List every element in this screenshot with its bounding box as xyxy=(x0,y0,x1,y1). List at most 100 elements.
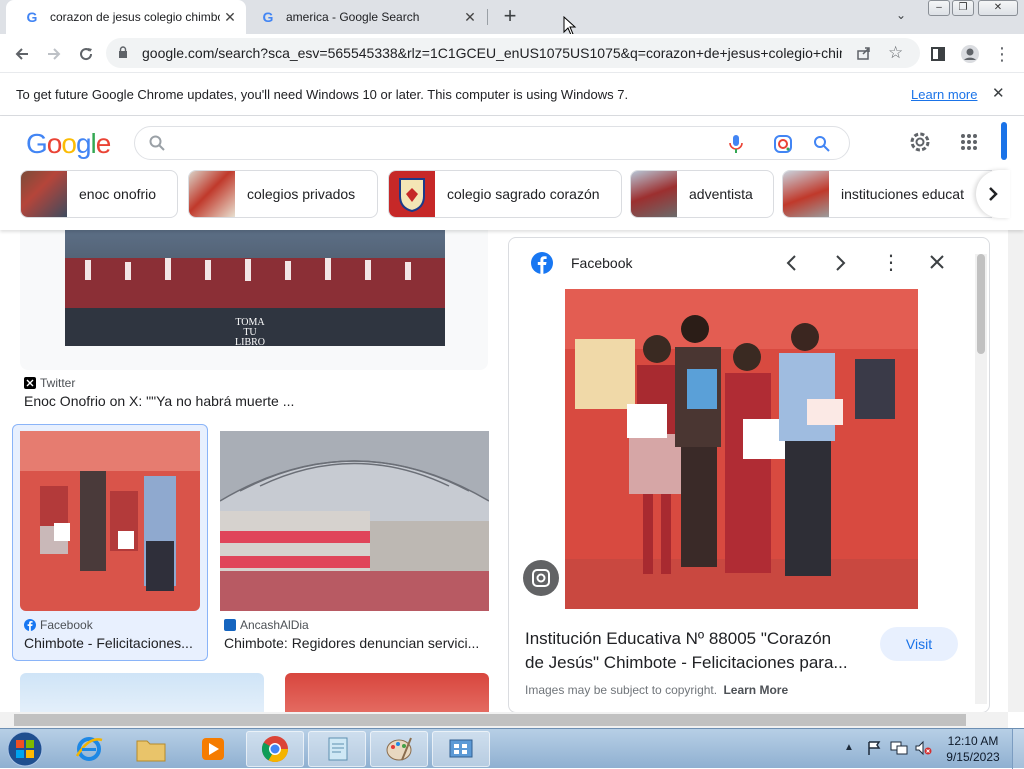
new-tab-icon[interactable]: + xyxy=(498,4,522,28)
account-edge[interactable] xyxy=(1001,122,1007,160)
close-tab-icon[interactable]: ✕ xyxy=(220,9,240,26)
settings-gear-icon[interactable] xyxy=(908,130,932,159)
horizontal-scrollbar-thumb[interactable] xyxy=(14,714,966,726)
browser-toolbar: google.com/search?sca_esv=565545338&rlz=… xyxy=(0,34,1024,72)
tab-strip: G corazon de jesus colegio chimbo ✕ G am… xyxy=(0,0,1024,36)
search-icon xyxy=(149,135,165,156)
google-g-icon: G xyxy=(262,9,274,25)
result-image-students[interactable] xyxy=(20,431,200,611)
panel-title-line-1: Institución Educativa Nº 88005 "Corazón xyxy=(525,629,832,648)
ancash-source[interactable]: AncashAlDia xyxy=(224,618,309,632)
preview-image-students[interactable] xyxy=(565,289,918,609)
infobar-message: To get future Google Chrome updates, you… xyxy=(16,87,629,102)
taskbar-file-explorer[interactable] xyxy=(122,731,180,767)
taskbar-notepad[interactable] xyxy=(308,731,366,767)
ancash-caption[interactable]: Chimbote: Regidores denuncian servici... xyxy=(224,635,488,651)
google-g-icon: G xyxy=(26,9,38,25)
taskbar-chrome[interactable] xyxy=(246,731,304,767)
image-results: TOMA TU LIBRO Twitter Enoc Onofrio on X:… xyxy=(0,230,1008,712)
panel-title[interactable]: Institución Educativa Nº 88005 "Corazón … xyxy=(525,627,848,675)
action-center-flag-icon[interactable] xyxy=(866,740,882,761)
taskbar-internet-explorer[interactable] xyxy=(60,731,118,767)
close-panel-icon[interactable] xyxy=(929,254,945,270)
clock-time: 12:10 AM xyxy=(947,734,999,748)
visit-button[interactable]: Visit xyxy=(880,627,958,661)
minimize-button[interactable]: – xyxy=(928,0,950,16)
banner-text: TOMA TU LIBRO xyxy=(235,317,265,348)
tab-corazon-de-jesus[interactable]: G corazon de jesus colegio chimbo ✕ xyxy=(6,0,246,34)
close-infobar-icon[interactable]: ✕ xyxy=(992,84,1005,102)
bookmark-star-icon[interactable]: ☆ xyxy=(888,43,903,63)
twitter-caption[interactable]: Enoc Onofrio on X: ""Ya no habrá muerte … xyxy=(24,393,424,409)
result-image-partial[interactable] xyxy=(20,673,264,712)
lens-search-image-button[interactable] xyxy=(523,560,559,596)
panel-scrollbar-thumb[interactable] xyxy=(977,254,985,354)
show-desktop-button[interactable] xyxy=(1012,729,1024,769)
learn-more-link[interactable]: Learn more xyxy=(911,87,977,102)
more-options-icon[interactable]: ⋮ xyxy=(881,250,901,275)
panel-scrollbar[interactable] xyxy=(975,254,987,704)
profile-avatar-icon[interactable] xyxy=(956,40,984,68)
lock-icon[interactable] xyxy=(118,45,134,61)
chip-thumbnail xyxy=(783,171,829,217)
address-bar[interactable]: google.com/search?sca_esv=565545338&rlz=… xyxy=(106,38,920,68)
chip-label: enoc onofrio xyxy=(79,186,157,202)
ancash-logo-icon xyxy=(224,619,236,631)
copyright-note: Images may be subject to copyright. Lear… xyxy=(525,683,788,697)
previous-image-icon[interactable] xyxy=(785,254,799,272)
notepad-icon xyxy=(328,737,348,761)
close-tab-icon[interactable]: ✕ xyxy=(460,9,480,26)
reload-icon[interactable] xyxy=(72,40,100,68)
lens-camera-icon[interactable] xyxy=(773,134,793,159)
result-image-school-building[interactable] xyxy=(220,431,489,611)
chip-label: instituciones educat xyxy=(841,186,964,202)
image-preview-panel: Facebook ⋮ Institución Educativa Nº 8800… xyxy=(508,237,990,712)
logo-letter: o xyxy=(46,128,63,159)
chip-adventista[interactable]: adventista xyxy=(630,170,774,218)
facebook-source-label: Facebook xyxy=(40,618,93,632)
network-icon[interactable] xyxy=(890,740,908,761)
logo-letter: G xyxy=(26,128,48,159)
show-hidden-icons-icon[interactable]: ▲ xyxy=(844,742,854,753)
learn-more-link[interactable]: Learn More xyxy=(723,683,788,697)
volume-muted-icon[interactable] xyxy=(914,740,932,761)
chip-colegio-sagrado-corazon[interactable]: colegio sagrado corazón xyxy=(388,170,622,218)
side-panel-icon[interactable] xyxy=(924,40,952,68)
taskbar-media-player[interactable] xyxy=(184,731,242,767)
chip-enoc-onofrio[interactable]: enoc onofrio xyxy=(20,170,178,218)
chip-label: colegio sagrado corazón xyxy=(447,186,600,202)
twitter-source[interactable]: Twitter xyxy=(24,376,75,390)
forward-icon[interactable] xyxy=(40,40,68,68)
taskbar-control-panel[interactable] xyxy=(432,731,490,767)
back-icon[interactable] xyxy=(8,40,36,68)
system-clock[interactable]: 12:10 AM 9/15/2023 xyxy=(940,733,1006,765)
google-logo[interactable]: Google xyxy=(26,128,112,160)
microphone-icon[interactable] xyxy=(729,134,743,159)
chip-instituciones-educativas[interactable]: instituciones educat xyxy=(782,170,992,218)
restore-button[interactable]: ❐ xyxy=(952,0,974,16)
facebook-source[interactable]: Facebook xyxy=(24,618,93,632)
chip-thumbnail xyxy=(21,171,67,217)
tab-search-chevron-icon[interactable]: ⌄ xyxy=(896,8,906,22)
chrome-icon xyxy=(261,736,289,763)
chip-label: colegios privados xyxy=(247,186,356,202)
share-icon[interactable] xyxy=(856,45,872,66)
result-image-partial[interactable] xyxy=(285,673,489,712)
search-submit-icon[interactable] xyxy=(813,135,831,158)
chip-colegios-privados[interactable]: colegios privados xyxy=(188,170,378,218)
next-image-icon[interactable] xyxy=(833,254,847,272)
start-button[interactable] xyxy=(2,729,48,769)
horizontal-scrollbar[interactable] xyxy=(0,712,1008,728)
search-input[interactable] xyxy=(134,126,850,160)
apps-grid-icon[interactable] xyxy=(960,133,978,156)
panel-source[interactable]: Facebook xyxy=(571,255,632,271)
mouse-cursor-icon xyxy=(563,16,577,36)
chip-thumbnail xyxy=(389,171,435,217)
close-window-button[interactable]: ✕ xyxy=(978,0,1018,16)
taskbar-paint[interactable] xyxy=(370,731,428,767)
logo-letter: e xyxy=(95,128,112,159)
menu-kebab-icon[interactable]: ⋮ xyxy=(988,40,1016,68)
facebook-logo-icon xyxy=(24,619,36,631)
facebook-caption[interactable]: Chimbote - Felicitaciones... xyxy=(24,635,200,651)
tab-america[interactable]: G america - Google Search ✕ xyxy=(248,0,486,34)
